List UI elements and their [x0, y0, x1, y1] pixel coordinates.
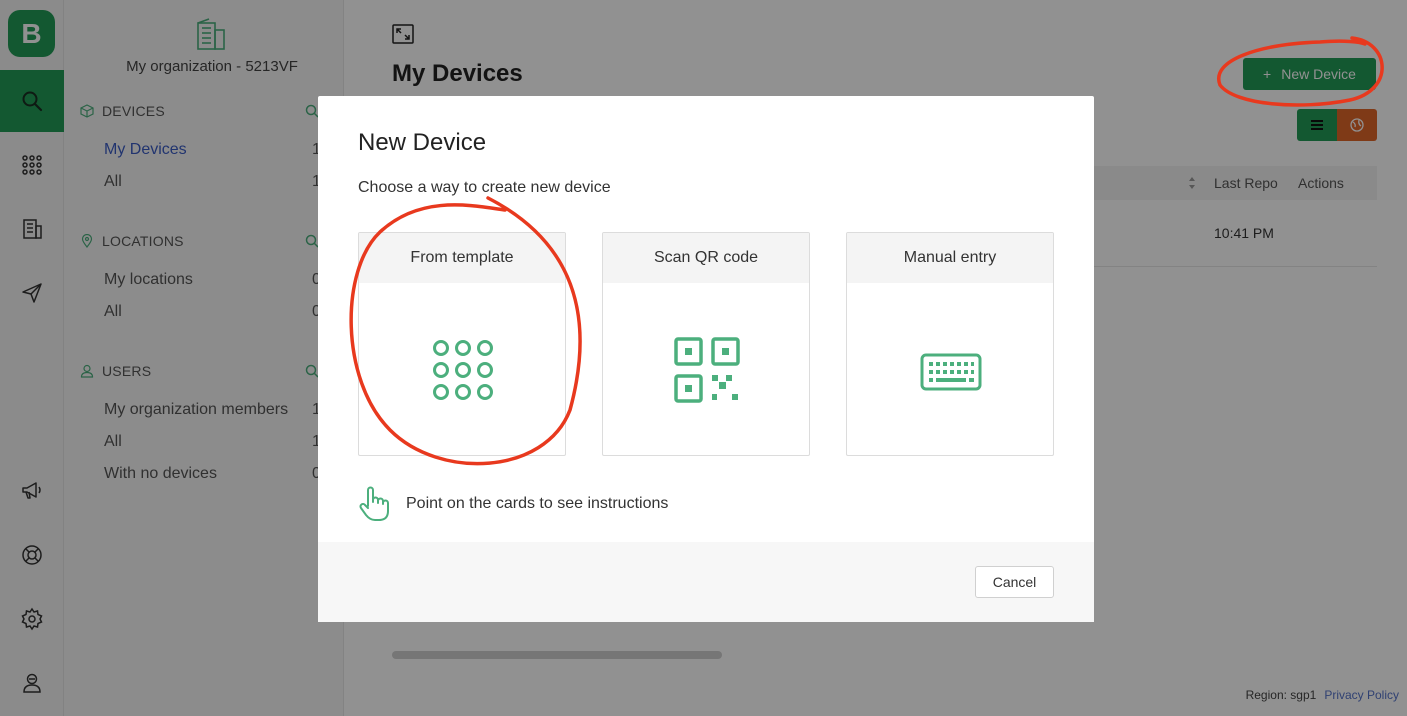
scan-qr-card[interactable]: Scan QR code	[602, 232, 810, 456]
keyboard-icon	[920, 353, 982, 391]
qr-code-icon	[674, 337, 740, 403]
hint-text: Point on the cards to see instructions	[406, 495, 669, 512]
modal-title: New Device	[358, 129, 487, 156]
cancel-button[interactable]: Cancel	[975, 566, 1054, 598]
from-template-card[interactable]: From template	[358, 232, 566, 456]
template-grid-icon	[433, 340, 493, 400]
new-device-modal: New Device Choose a way to create new de…	[318, 96, 1094, 622]
card-label: From template	[359, 233, 565, 283]
instructions-hint: Point on the cards to see instructions	[358, 486, 668, 522]
manual-entry-card[interactable]: Manual entry	[846, 232, 1054, 456]
card-label: Scan QR code	[603, 233, 809, 283]
modal-footer: Cancel	[318, 542, 1094, 622]
modal-subtitle: Choose a way to create new device	[358, 179, 611, 196]
pointing-hand-icon	[359, 486, 389, 521]
card-label: Manual entry	[847, 233, 1053, 283]
